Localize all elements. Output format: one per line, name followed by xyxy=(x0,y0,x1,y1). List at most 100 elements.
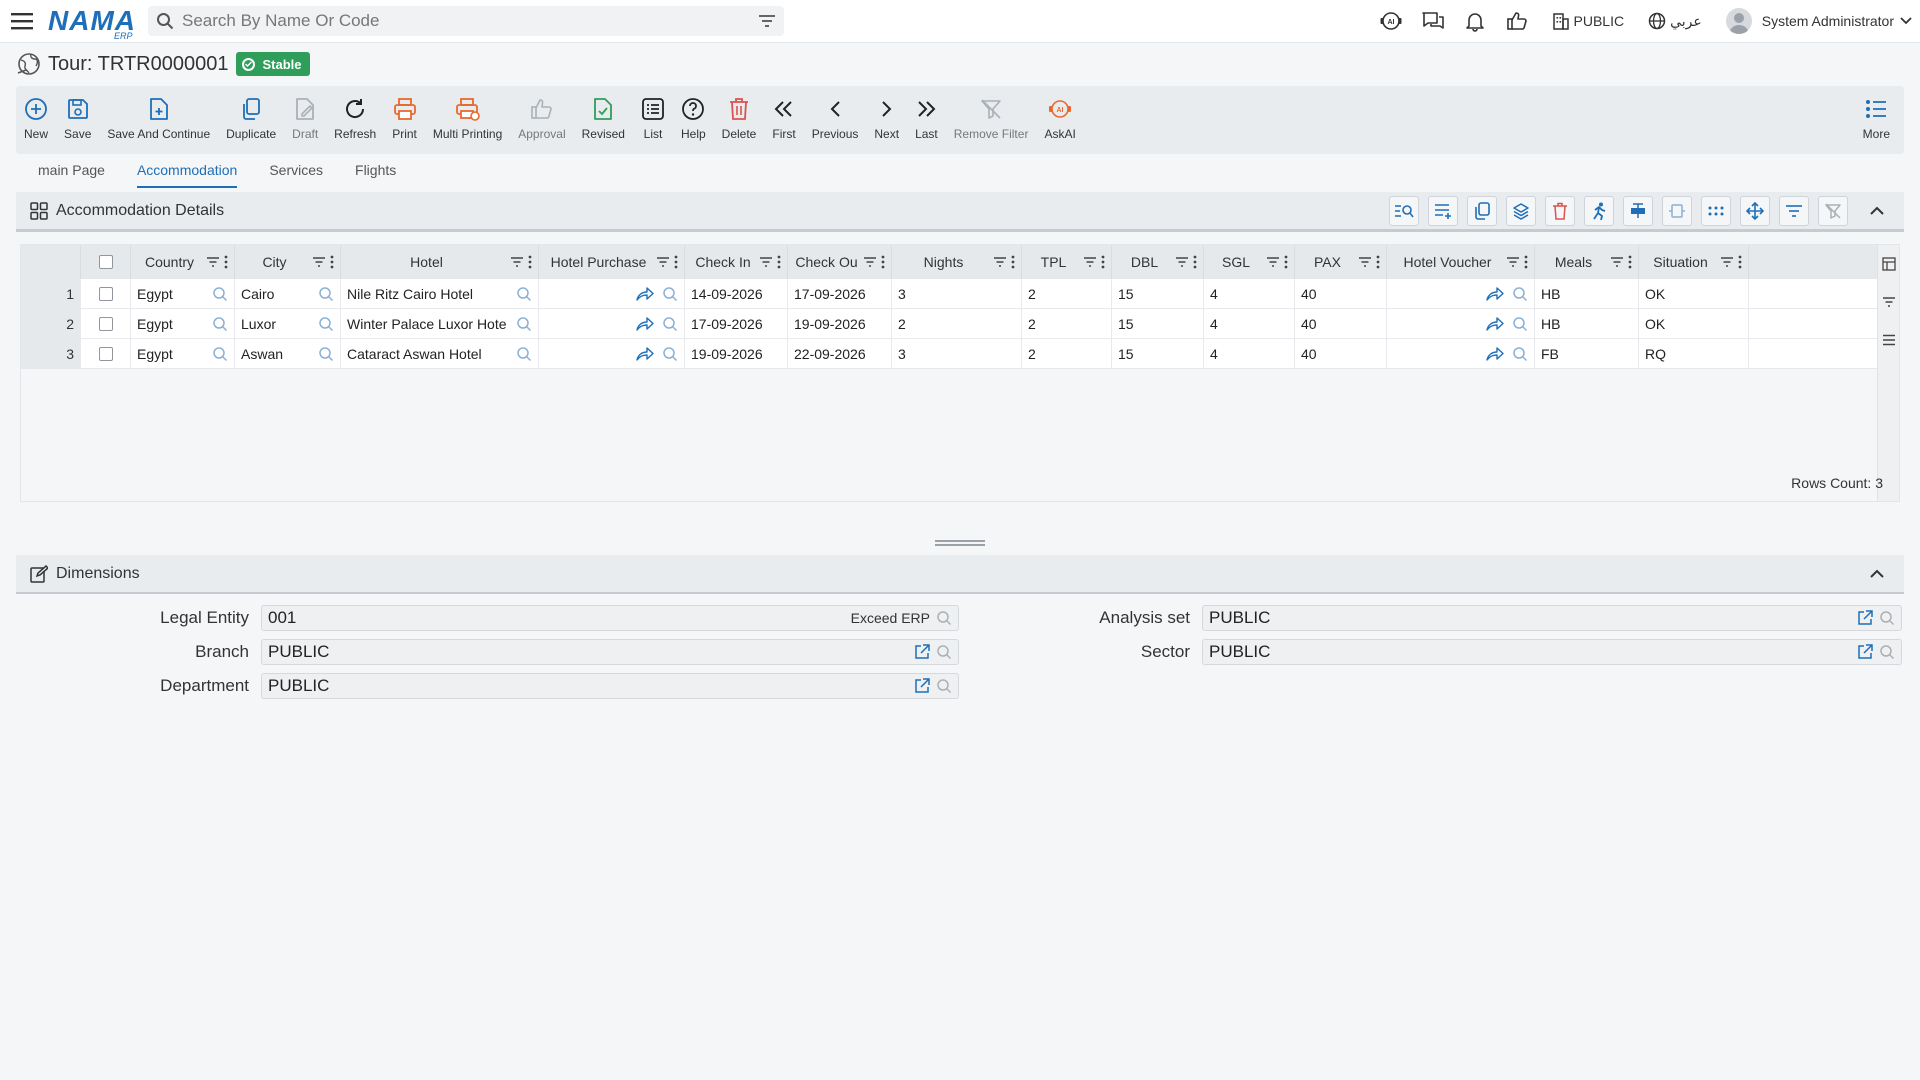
cell-check-out[interactable]: 17-09-2026 xyxy=(788,279,892,309)
cell-city[interactable]: Cairo xyxy=(235,279,341,309)
layers-icon[interactable] xyxy=(1506,195,1536,226)
col-dbl[interactable]: DBL xyxy=(1112,245,1204,279)
col-city[interactable]: City xyxy=(235,245,341,279)
table-row[interactable]: 2 Egypt Luxor Winter Palace Luxor Hote 1… xyxy=(21,309,1879,339)
filter-icon[interactable] xyxy=(1779,195,1809,226)
save-button[interactable]: Save xyxy=(56,96,99,141)
lookup-icon[interactable] xyxy=(1879,644,1895,660)
cell-country[interactable]: Egypt xyxy=(131,279,235,309)
lookup-icon[interactable] xyxy=(318,316,334,332)
cell-pax[interactable]: 40 xyxy=(1295,309,1387,339)
search-input[interactable]: Search By Name Or Code xyxy=(148,6,784,36)
select-all-checkbox[interactable] xyxy=(98,255,113,269)
print-button[interactable]: Print xyxy=(384,96,425,141)
cell-tpl[interactable]: 2 xyxy=(1022,309,1112,339)
branch-field[interactable]: PUBLIC xyxy=(261,639,959,665)
logo[interactable]: NAMA ERP xyxy=(48,0,148,43)
delete-button[interactable]: Delete xyxy=(714,96,765,141)
chevron-up-icon[interactable] xyxy=(1862,196,1892,226)
bell-icon[interactable] xyxy=(1454,0,1496,43)
run-icon[interactable] xyxy=(1584,195,1614,226)
lookup-icon[interactable] xyxy=(212,316,228,332)
chevron-up-icon[interactable] xyxy=(1862,559,1892,589)
menu-panel-icon[interactable] xyxy=(1878,321,1899,359)
cell-country[interactable]: Egypt xyxy=(131,339,235,369)
share-icon[interactable] xyxy=(1486,287,1504,301)
lookup-icon[interactable] xyxy=(516,346,532,362)
cell-check-out[interactable]: 19-09-2026 xyxy=(788,309,892,339)
cell-nights[interactable]: 3 xyxy=(892,339,1022,369)
cell-hotel-purchase[interactable] xyxy=(539,309,685,339)
move-icon[interactable] xyxy=(1740,195,1770,226)
lookup-icon[interactable] xyxy=(1512,346,1528,362)
help-button[interactable]: Help xyxy=(673,96,714,141)
cell-tpl[interactable]: 2 xyxy=(1022,339,1112,369)
cell-hotel[interactable]: Winter Palace Luxor Hote xyxy=(341,309,539,339)
cell-hotel-purchase[interactable] xyxy=(539,339,685,369)
resize-handle[interactable] xyxy=(935,540,985,546)
language-selector[interactable]: عربي xyxy=(1648,12,1702,30)
col-check-in[interactable]: Check In xyxy=(685,245,788,279)
row-checkbox[interactable] xyxy=(98,347,113,361)
more-vertical-icon[interactable] xyxy=(1191,255,1199,269)
filter-icon[interactable] xyxy=(993,257,1007,267)
cell-sgl[interactable]: 4 xyxy=(1204,339,1295,369)
columns-panel-icon[interactable] xyxy=(1878,245,1899,283)
avatar[interactable] xyxy=(1725,8,1752,34)
lookup-icon[interactable] xyxy=(936,644,952,660)
external-link-icon[interactable] xyxy=(914,644,930,660)
share-icon[interactable] xyxy=(636,317,654,331)
filter-icon[interactable] xyxy=(1175,257,1189,267)
filter-icon[interactable] xyxy=(863,257,877,267)
col-nights[interactable]: Nights xyxy=(892,245,1022,279)
filter-off-icon[interactable] xyxy=(1818,195,1848,226)
lookup-icon[interactable] xyxy=(936,610,952,626)
cell-hotel[interactable]: Nile Ritz Cairo Hotel xyxy=(341,279,539,309)
tab-main-page[interactable]: main Page xyxy=(38,158,105,188)
more-vertical-icon[interactable] xyxy=(1626,255,1634,269)
more-vertical-icon[interactable] xyxy=(328,255,336,269)
copy-icon[interactable] xyxy=(1467,195,1497,226)
refresh-button[interactable]: Refresh xyxy=(326,96,384,141)
external-link-icon[interactable] xyxy=(1857,644,1873,660)
cell-situation[interactable]: OK xyxy=(1639,309,1749,339)
resize-columns-icon[interactable] xyxy=(1662,195,1692,226)
cell-hotel-purchase[interactable] xyxy=(539,279,685,309)
cell-tpl[interactable]: 2 xyxy=(1022,279,1112,309)
more-button[interactable]: More xyxy=(1855,96,1898,141)
sector-field[interactable]: PUBLIC xyxy=(1202,639,1902,665)
filter-icon[interactable] xyxy=(656,257,670,267)
chevron-down-icon[interactable] xyxy=(1900,17,1912,25)
cell-hotel-voucher[interactable] xyxy=(1387,309,1535,339)
more-vertical-icon[interactable] xyxy=(672,255,680,269)
col-check-out[interactable]: Check Ou xyxy=(788,245,892,279)
save-and-continue-button[interactable]: Save And Continue xyxy=(99,96,218,141)
col-hotel-voucher[interactable]: Hotel Voucher xyxy=(1387,245,1535,279)
cell-hotel[interactable]: Cataract Aswan Hotel xyxy=(341,339,539,369)
department-field[interactable]: PUBLIC xyxy=(261,673,959,699)
last-button[interactable]: Last xyxy=(907,96,946,141)
delete-row-icon[interactable] xyxy=(1545,195,1575,226)
more-vertical-icon[interactable] xyxy=(1374,255,1382,269)
cell-check-in[interactable]: 14-09-2026 xyxy=(685,279,788,309)
remove-filter-button[interactable]: Remove Filter xyxy=(946,96,1037,141)
filter-icon[interactable] xyxy=(759,257,773,267)
cell-meals[interactable]: HB xyxy=(1535,309,1639,339)
more-vertical-icon[interactable] xyxy=(1099,255,1107,269)
thumbs-up-icon[interactable] xyxy=(1496,0,1538,43)
lookup-icon[interactable] xyxy=(1879,610,1895,626)
table-row[interactable]: 3 Egypt Aswan Cataract Aswan Hotel 19-09… xyxy=(21,339,1879,369)
approval-button[interactable]: Approval xyxy=(510,96,573,141)
lookup-icon[interactable] xyxy=(1512,286,1528,302)
cell-meals[interactable]: FB xyxy=(1535,339,1639,369)
table-split-icon[interactable] xyxy=(1623,195,1653,226)
user-name[interactable]: System Administrator xyxy=(1762,13,1894,29)
previous-button[interactable]: Previous xyxy=(804,96,867,141)
col-pax[interactable]: PAX xyxy=(1295,245,1387,279)
cell-country[interactable]: Egypt xyxy=(131,309,235,339)
more-vertical-icon[interactable] xyxy=(526,255,534,269)
first-button[interactable]: First xyxy=(764,96,803,141)
filter-icon[interactable] xyxy=(1720,257,1734,267)
filter-icon[interactable] xyxy=(1358,257,1372,267)
tab-accommodation[interactable]: Accommodation xyxy=(136,158,238,188)
